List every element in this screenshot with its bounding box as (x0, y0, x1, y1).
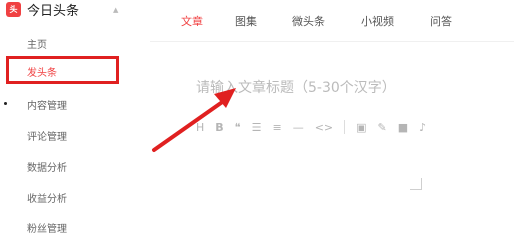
annotation-arrow-icon (152, 88, 236, 152)
